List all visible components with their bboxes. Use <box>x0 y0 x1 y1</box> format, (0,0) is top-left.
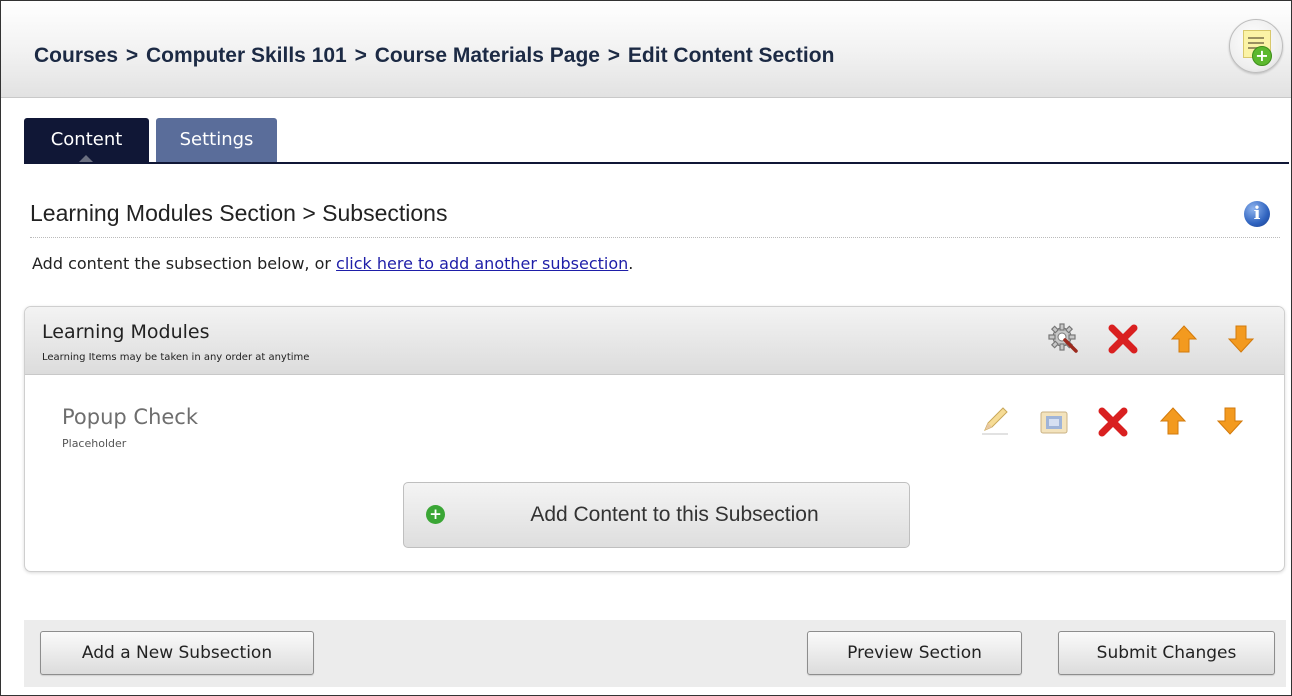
footer-bar: Add a New Subsection Preview Section Sub… <box>24 620 1286 687</box>
top-bar: Courses > Computer Skills 101 > Course M… <box>1 1 1291 98</box>
breadcrumb: Courses > Computer Skills 101 > Course M… <box>34 44 834 68</box>
info-icon[interactable]: i <box>1244 201 1270 227</box>
move-down-icon[interactable] <box>1225 323 1257 355</box>
settings-gear-icon[interactable] <box>1047 322 1079 354</box>
plus-icon: + <box>1252 46 1272 66</box>
item-subtitle: Placeholder <box>62 437 127 450</box>
breadcrumb-separator: > <box>125 44 139 67</box>
breadcrumb-materials[interactable]: Course Materials Page <box>375 44 600 67</box>
tab-underline <box>24 162 1289 164</box>
app-window: Courses > Computer Skills 101 > Course M… <box>0 0 1292 696</box>
page-title: Learning Modules Section > Subsections <box>30 200 448 226</box>
instruction-suffix: . <box>628 254 634 273</box>
move-up-icon[interactable] <box>1168 323 1200 355</box>
instruction-text: Add content the subsection below, or cli… <box>32 254 633 273</box>
breadcrumb-current: Edit Content Section <box>627 44 835 67</box>
breadcrumb-course[interactable]: Computer Skills 101 <box>146 44 347 67</box>
breadcrumb-separator: > <box>607 44 621 67</box>
subsection-header: Learning Modules Learning Items may be t… <box>25 307 1284 375</box>
breadcrumb-separator: > <box>354 44 367 67</box>
sticky-note-add-icon[interactable]: + <box>1229 19 1283 73</box>
add-content-label: Add Content to this Subsection <box>530 503 819 526</box>
tab-content-label: Content <box>50 129 123 150</box>
delete-icon[interactable] <box>1107 323 1139 355</box>
subsection-title: Learning Modules <box>42 321 210 343</box>
edit-pencil-icon[interactable] <box>979 404 1011 436</box>
tab-content[interactable]: Content <box>24 118 149 163</box>
preview-section-button[interactable]: Preview Section <box>807 631 1022 675</box>
add-subsection-button[interactable]: Add a New Subsection <box>40 631 314 675</box>
delete-icon[interactable] <box>1097 406 1129 438</box>
item-title: Popup Check <box>62 405 199 429</box>
move-down-icon[interactable] <box>1214 405 1246 437</box>
preview-icon[interactable] <box>1038 406 1070 438</box>
tab-settings-label: Settings <box>179 129 254 150</box>
subsection-subtitle: Learning Items may be taken in any order… <box>42 352 310 363</box>
move-up-icon[interactable] <box>1157 405 1189 437</box>
submit-changes-button[interactable]: Submit Changes <box>1058 631 1275 675</box>
subsection-panel: Learning Modules Learning Items may be t… <box>24 306 1285 572</box>
tab-settings[interactable]: Settings <box>156 118 277 162</box>
instruction-prefix: Add content the subsection below, or <box>32 254 337 273</box>
title-divider <box>30 237 1280 238</box>
breadcrumb-courses[interactable]: Courses <box>34 44 118 67</box>
add-content-button[interactable]: + Add Content to this Subsection <box>403 482 910 548</box>
add-subsection-link[interactable]: click here to add another subsection <box>336 254 628 273</box>
